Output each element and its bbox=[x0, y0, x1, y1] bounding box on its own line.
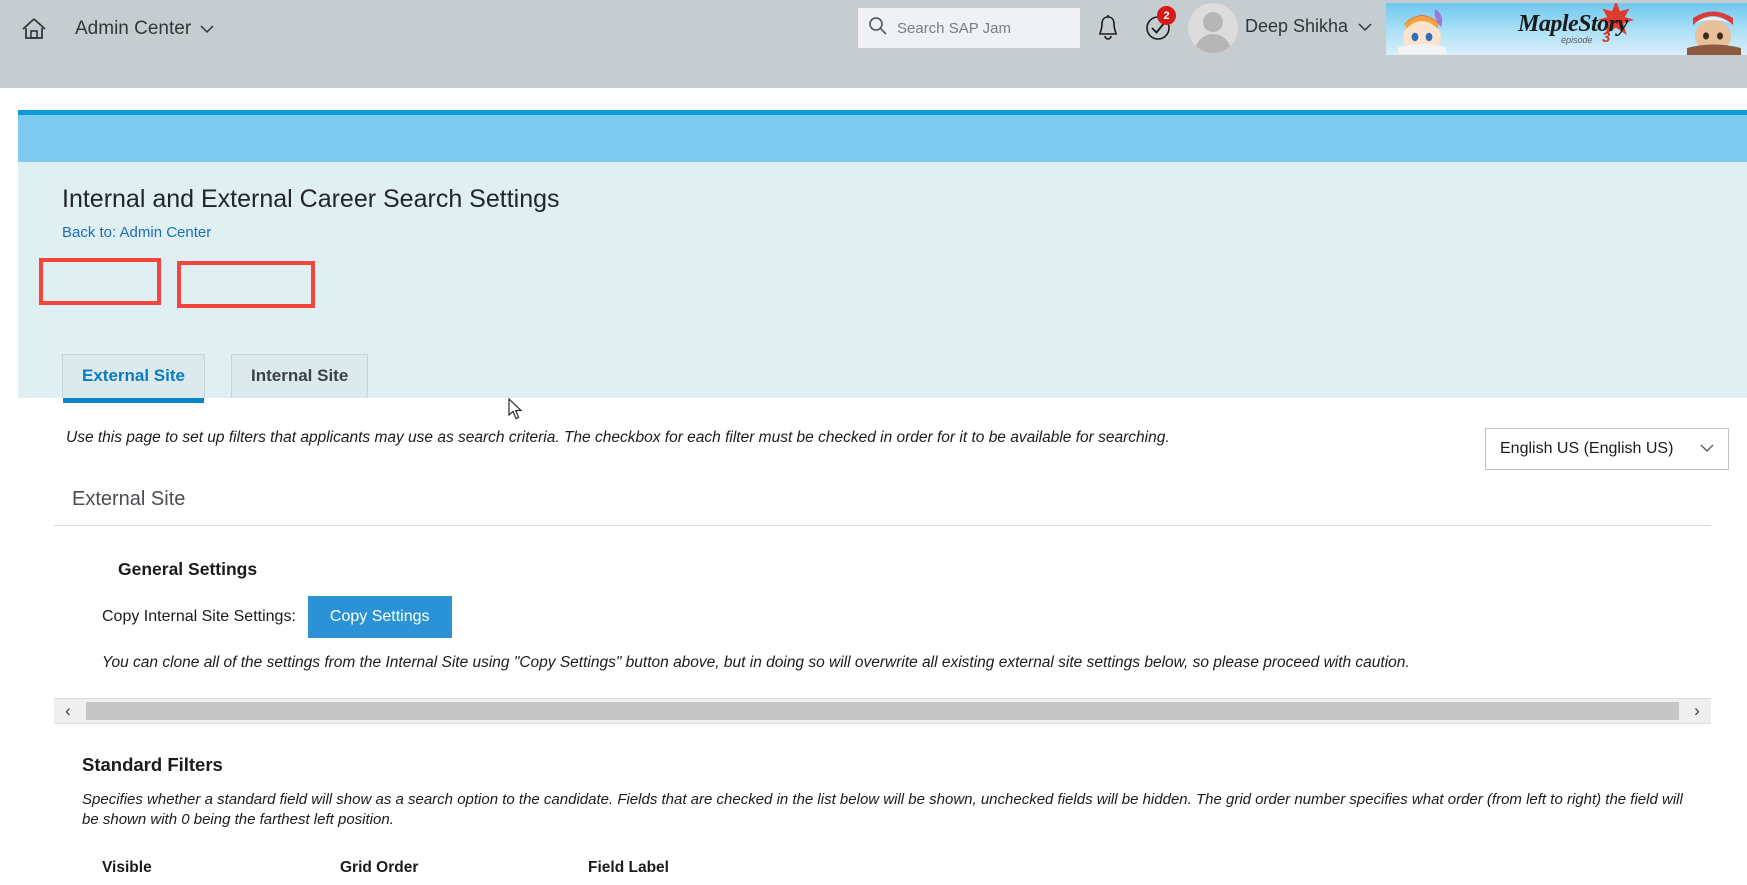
avatar-head bbox=[1203, 12, 1223, 32]
language-select-value: English US (English US) bbox=[1500, 440, 1674, 457]
banner-episode: 3 bbox=[1602, 29, 1611, 46]
back-to-admin-center-link[interactable]: Back to: Admin Center bbox=[62, 224, 211, 241]
notifications-button[interactable] bbox=[1092, 12, 1124, 44]
tab-bar: External Site Internal Site bbox=[62, 354, 369, 403]
scroll-right-arrow-icon[interactable]: › bbox=[1683, 699, 1711, 723]
standard-filters-description: Specifies whether a standard field will … bbox=[82, 791, 1683, 829]
general-settings-block: General Settings Copy Internal Site Sett… bbox=[18, 559, 1747, 672]
user-name: Deep Shikha bbox=[1245, 16, 1349, 36]
copy-settings-label: Copy Internal Site Settings: bbox=[102, 608, 296, 625]
column-header-grid-order: Grid Order bbox=[340, 858, 419, 876]
page-card: Internal and External Career Search Sett… bbox=[18, 110, 1747, 885]
tab-external-site[interactable]: External Site bbox=[62, 354, 205, 403]
horizontal-scrollbar[interactable]: ‹ › bbox=[54, 698, 1711, 724]
maplestory-ad-banner[interactable]: MapleStory episode 3 bbox=[1386, 3, 1747, 55]
chevron-down-icon bbox=[1358, 16, 1372, 37]
scroll-left-arrow-icon[interactable]: ‹ bbox=[54, 699, 82, 723]
chevron-down-icon bbox=[1700, 440, 1714, 458]
banner-title: MapleStory bbox=[1518, 11, 1628, 37]
tab-external-site-label: External Site bbox=[82, 366, 185, 385]
intro-description: Use this page to set up filters that app… bbox=[66, 429, 1170, 446]
standard-filters-heading: Standard Filters bbox=[82, 754, 223, 775]
banner-character-right bbox=[1687, 11, 1741, 55]
tab-internal-site[interactable]: Internal Site bbox=[231, 354, 369, 398]
avatar-body bbox=[1195, 34, 1231, 53]
column-header-visible: Visible bbox=[102, 858, 152, 876]
page-title: Internal and External Career Search Sett… bbox=[62, 185, 560, 213]
scrollbar-thumb[interactable] bbox=[86, 702, 1679, 720]
intro-row: Use this page to set up filters that app… bbox=[18, 398, 1747, 470]
copy-settings-caution: You can clone all of the settings from t… bbox=[102, 654, 1410, 671]
standard-filters-column-headers: Visible Grid Order Field Label bbox=[102, 859, 1747, 877]
page-content: Use this page to set up filters that app… bbox=[18, 398, 1747, 877]
search-icon bbox=[868, 16, 887, 40]
app-menu-label: Admin Center bbox=[75, 17, 192, 39]
language-select[interactable]: English US (English US) bbox=[1485, 428, 1729, 470]
section-heading: External Site bbox=[54, 488, 1711, 526]
banner-subtitle: episode bbox=[1561, 35, 1593, 45]
hero-banner bbox=[18, 115, 1747, 162]
user-menu[interactable]: Deep Shikha bbox=[1245, 16, 1372, 37]
tasks-badge: 2 bbox=[1157, 6, 1176, 25]
general-settings-heading: General Settings bbox=[118, 559, 258, 579]
column-header-field-label: Field Label bbox=[588, 858, 669, 876]
tab-internal-site-label: Internal Site bbox=[251, 366, 349, 385]
banner-character-left bbox=[1398, 9, 1446, 55]
search-input[interactable] bbox=[895, 18, 1070, 38]
scrollbar-track[interactable] bbox=[82, 699, 1683, 723]
copy-settings-button[interactable]: Copy Settings bbox=[307, 596, 452, 638]
chevron-down-icon bbox=[200, 18, 214, 40]
app-menu-admin-center[interactable]: Admin Center bbox=[75, 18, 214, 40]
avatar[interactable] bbox=[1188, 3, 1238, 53]
global-search[interactable] bbox=[858, 8, 1080, 48]
page-title-zone: Internal and External Career Search Sett… bbox=[18, 162, 1747, 403]
home-icon[interactable] bbox=[14, 12, 54, 46]
global-header: Admin Center 2 Deep bbox=[0, 0, 1747, 88]
copy-settings-row: Copy Internal Site Settings: Copy Settin… bbox=[102, 596, 1711, 638]
